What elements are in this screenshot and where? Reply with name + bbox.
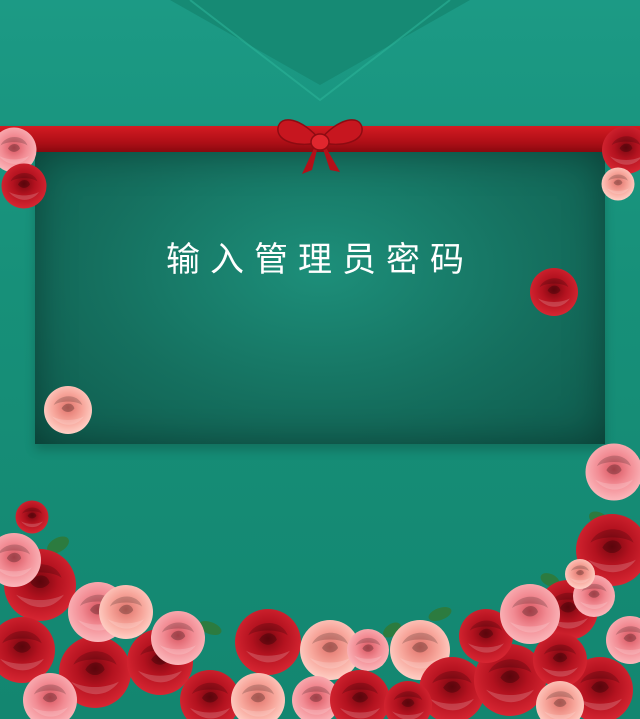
rose-decoration — [0, 126, 640, 719]
login-screen: 输入管理员密码 — [0, 0, 640, 719]
